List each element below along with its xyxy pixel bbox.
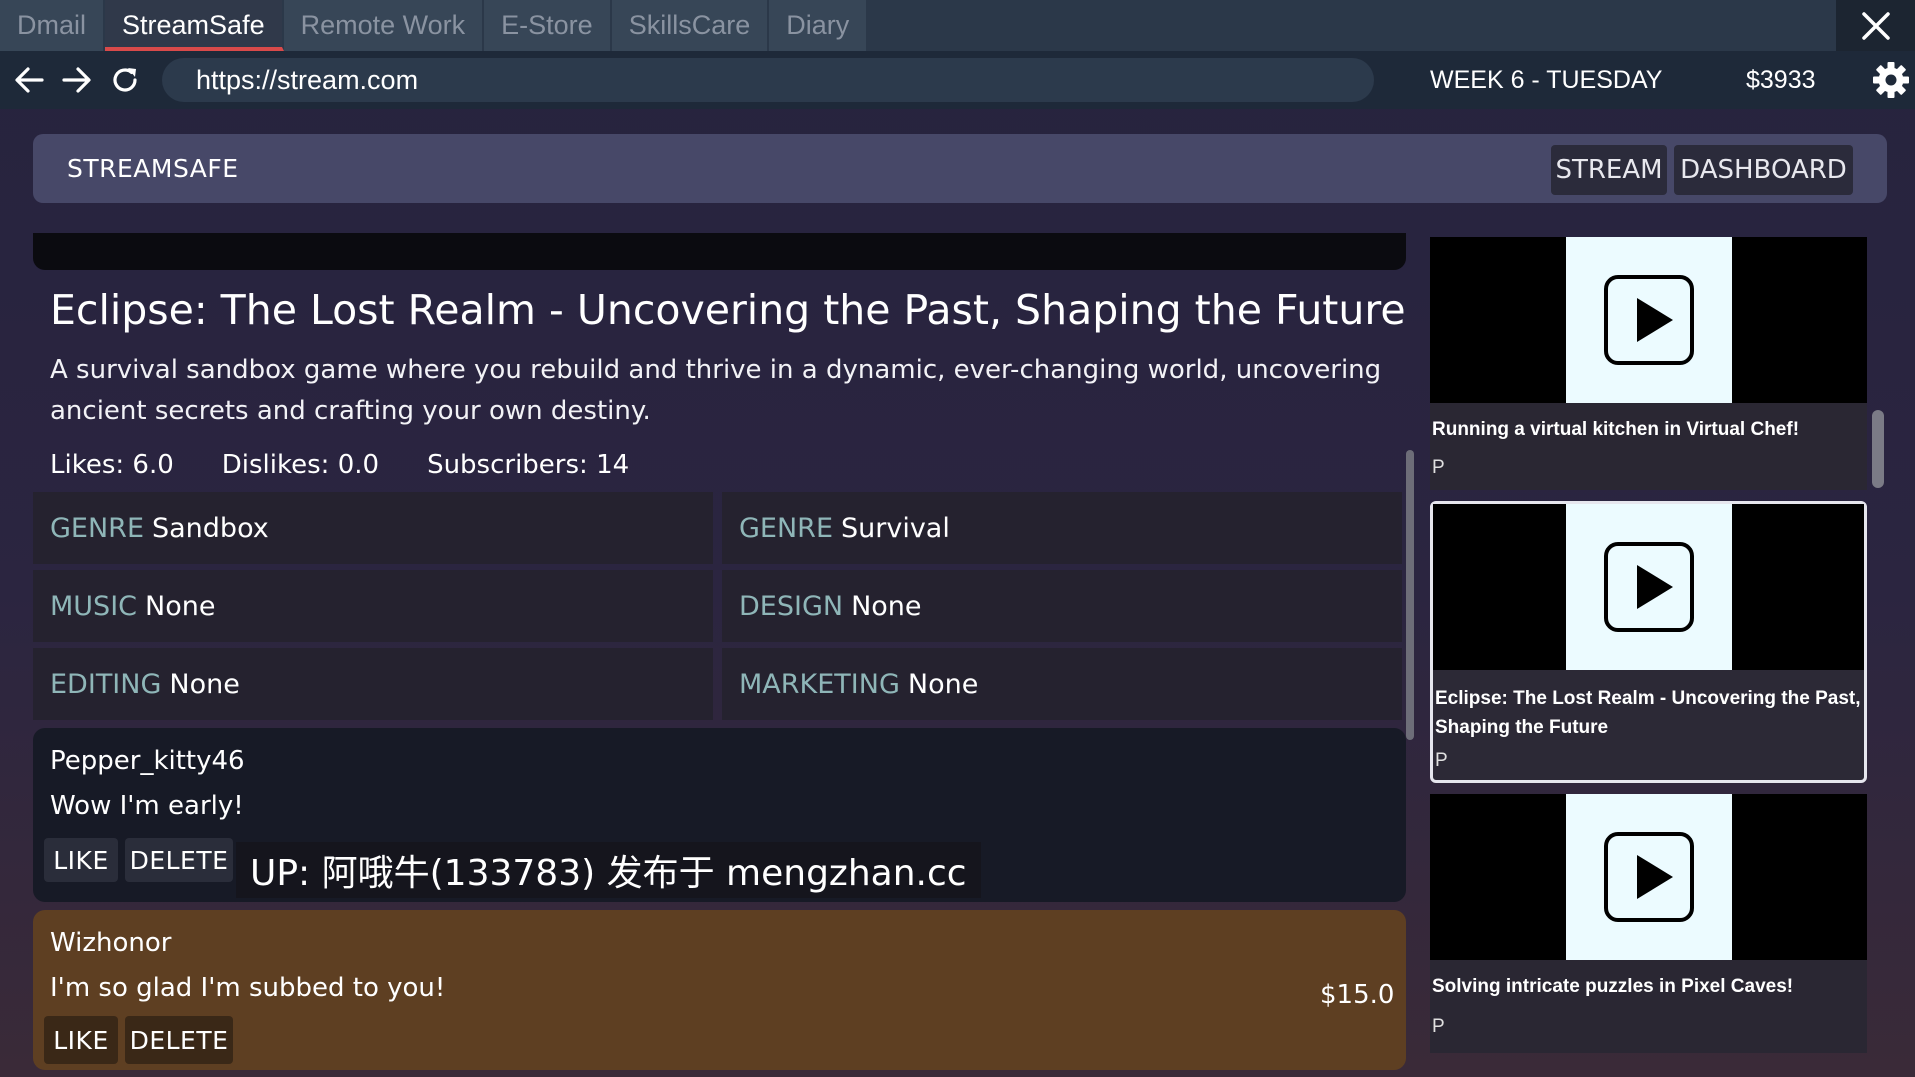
- tab-diary[interactable]: Diary: [769, 0, 869, 51]
- forward-arrow-icon: [62, 67, 91, 93]
- close-icon: [1861, 11, 1890, 40]
- tab-streamsafe[interactable]: StreamSafe: [105, 0, 284, 51]
- related-video-card-current[interactable]: Eclipse: The Lost Realm - Uncovering the…: [1430, 501, 1867, 783]
- tab-label: Remote Work: [300, 10, 466, 40]
- comment-item-donation: Wizhonor I'm so glad I'm subbed to you! …: [33, 910, 1406, 1070]
- related-video-meta: P: [1432, 457, 1445, 478]
- browser-tabs: Dmail StreamSafe Remote Work E-Store Ski…: [0, 0, 869, 51]
- related-video-meta: P: [1432, 1016, 1445, 1037]
- video-player[interactable]: [33, 233, 1406, 270]
- related-video-title: Eclipse: The Lost Realm - Uncovering the…: [1435, 688, 1861, 738]
- video-description: A survival sandbox game where you rebuil…: [50, 355, 1382, 426]
- tab-label: E-Store: [501, 10, 593, 40]
- video-thumbnail[interactable]: [1430, 237, 1867, 403]
- main-scrollbar[interactable]: [1406, 450, 1414, 740]
- attribute-music: MUSIC None: [33, 570, 713, 642]
- related-video-title: Solving intricate puzzles in Pixel Caves…: [1432, 976, 1794, 997]
- attribute-key: GENRE: [739, 512, 833, 544]
- attribute-value: Sandbox: [152, 512, 269, 544]
- stream-nav-button[interactable]: STREAM: [1551, 145, 1667, 195]
- tab-dmail[interactable]: Dmail: [0, 0, 106, 51]
- subscribers-count: Subscribers: 14: [427, 450, 630, 480]
- thumbnail-frame: [1566, 504, 1732, 670]
- thumbnail-frame: [1566, 237, 1732, 403]
- related-video-title: Running a virtual kitchen in Virtual Che…: [1432, 419, 1800, 440]
- attribute-value: None: [907, 668, 979, 700]
- related-video-meta: P: [1435, 750, 1448, 771]
- browser-tab-bar: Dmail StreamSafe Remote Work E-Store Ski…: [0, 0, 1915, 51]
- attribute-value: None: [169, 668, 240, 700]
- play-icon: [1604, 832, 1694, 922]
- dashboard-nav-button[interactable]: DASHBOARD: [1674, 145, 1853, 195]
- video-stats: Likes: 6.0 Dislikes: 0.0 Subscribers: 14: [50, 450, 677, 484]
- comment-like-button[interactable]: LIKE: [44, 1016, 118, 1064]
- attribute-value: None: [851, 590, 922, 622]
- money-balance: $3933: [1746, 65, 1816, 94]
- comment-like-button[interactable]: LIKE: [44, 838, 118, 882]
- tab-label: SkillsCare: [628, 10, 751, 40]
- thumbnail-frame: [1566, 794, 1732, 960]
- attribute-editing: EDITING None: [33, 648, 713, 720]
- donation-amount: $15.0: [1320, 980, 1395, 1010]
- browser-nav-bar: https://stream.com WEEK 6 - TUESDAY $393…: [0, 51, 1915, 109]
- comment-text: Wow I'm early!: [50, 791, 244, 821]
- comment-delete-button[interactable]: DELETE: [125, 838, 233, 882]
- play-icon: [1604, 542, 1694, 632]
- attribute-key: GENRE: [50, 512, 144, 544]
- url-bar[interactable]: https://stream.com: [162, 58, 1374, 102]
- site-brand[interactable]: STREAMSAFE: [67, 134, 239, 203]
- comment-username: Wizhonor: [50, 928, 172, 958]
- watermark-overlay: UP: 阿哦牛(133783) 发布于 mengzhan.cc: [236, 842, 981, 898]
- tab-e-store[interactable]: E-Store: [484, 0, 612, 51]
- video-thumbnail[interactable]: [1433, 504, 1864, 670]
- tab-label: StreamSafe: [122, 10, 265, 40]
- attribute-genre-1: GENRE Sandbox: [33, 492, 713, 564]
- tab-label: Dmail: [17, 10, 87, 40]
- video-title: Eclipse: The Lost Realm - Uncovering the…: [50, 286, 1406, 334]
- url-text: https://stream.com: [196, 64, 419, 95]
- game-week-label: WEEK 6 - TUESDAY: [1430, 65, 1663, 94]
- reload-button[interactable]: [108, 63, 142, 97]
- sidebar-scrollbar[interactable]: [1872, 410, 1884, 488]
- tab-skillscare[interactable]: SkillsCare: [611, 0, 770, 51]
- likes-count: Likes: 6.0: [50, 450, 174, 480]
- forward-button[interactable]: [60, 63, 94, 97]
- attribute-design: DESIGN None: [722, 570, 1402, 642]
- attribute-value: Survival: [841, 512, 950, 544]
- related-video-card[interactable]: Running a virtual kitchen in Virtual Che…: [1430, 237, 1867, 490]
- close-window-button[interactable]: [1836, 0, 1915, 51]
- attribute-value: None: [145, 590, 216, 622]
- comment-delete-button[interactable]: DELETE: [125, 1016, 233, 1064]
- comment-text: I'm so glad I'm subbed to you!: [50, 973, 446, 1003]
- attribute-key: MARKETING: [739, 668, 900, 700]
- dislikes-count: Dislikes: 0.0: [221, 450, 380, 480]
- back-arrow-icon: [15, 67, 44, 93]
- attribute-marketing: MARKETING None: [722, 648, 1402, 720]
- play-icon: [1604, 275, 1694, 365]
- attribute-key: DESIGN: [739, 590, 844, 622]
- site-header: STREAMSAFE STREAM DASHBOARD: [33, 134, 1887, 203]
- reload-icon: [113, 68, 137, 92]
- back-button[interactable]: [12, 63, 46, 97]
- attribute-key: MUSIC: [50, 590, 138, 622]
- comment-username: Pepper_kitty46: [50, 746, 245, 776]
- attribute-key: EDITING: [50, 668, 162, 700]
- attribute-genre-2: GENRE Survival: [722, 492, 1402, 564]
- tab-remote-work[interactable]: Remote Work: [283, 0, 485, 51]
- gear-icon[interactable]: [1872, 61, 1910, 99]
- video-thumbnail[interactable]: [1430, 794, 1867, 960]
- tab-label: Diary: [786, 10, 850, 40]
- related-video-card[interactable]: Solving intricate puzzles in Pixel Caves…: [1430, 794, 1867, 1053]
